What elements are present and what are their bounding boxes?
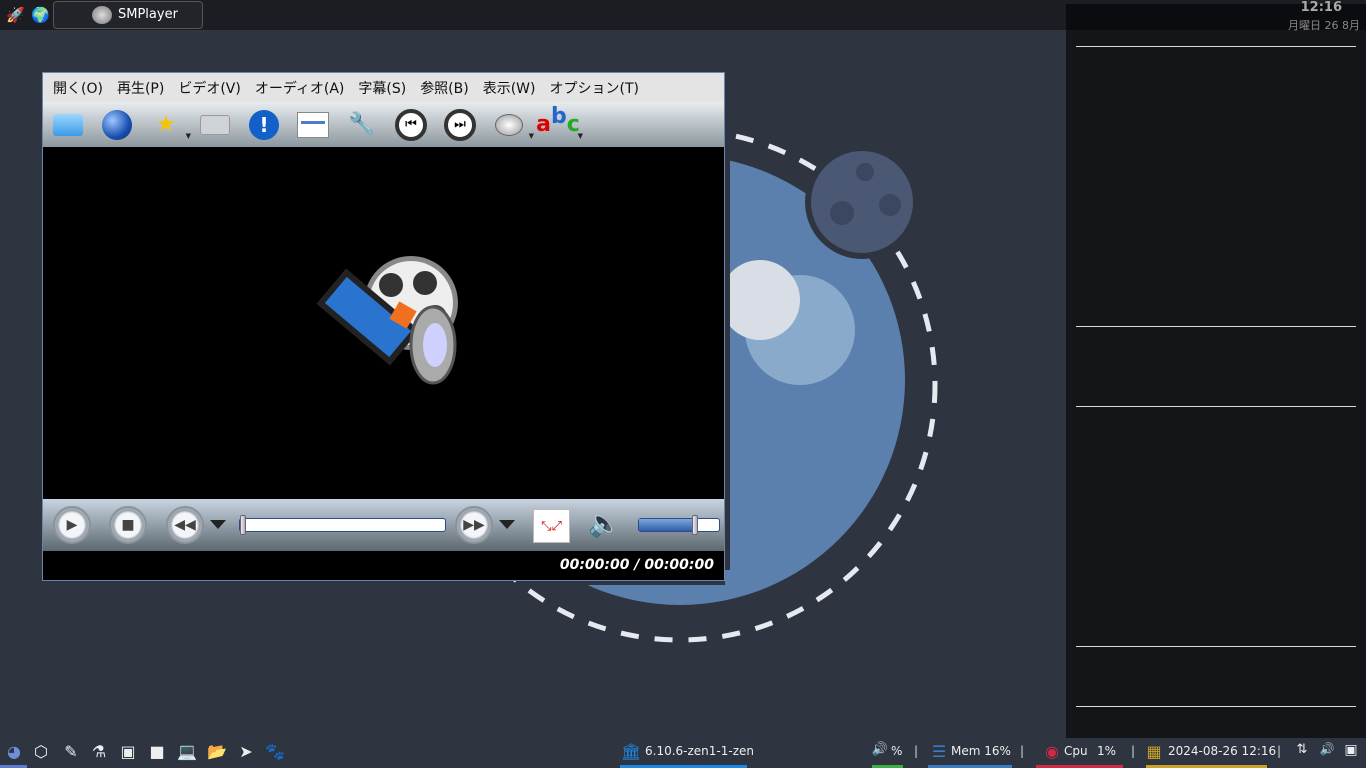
separator: | xyxy=(1277,744,1282,758)
subtitles-abc-icon[interactable]: a b c ▼ xyxy=(536,104,583,142)
smplayer-icon xyxy=(92,6,112,24)
menu-browse[interactable]: 参照(B) xyxy=(420,78,469,98)
rocket-launcher-icon[interactable]: 🚀 xyxy=(6,6,25,24)
bottom-panel: ◕ ⬡ ✎ ⚗ ▣ ■ 💻 📂 ➤ 🐾 🏛 6.10.6-zen1-1-zen … xyxy=(0,738,1366,768)
datetime: 2024-08-26 12:16 xyxy=(1168,744,1277,758)
open-url-globe-icon[interactable] xyxy=(100,108,134,142)
favorites-star-icon[interactable]: ★ ▼ xyxy=(149,108,191,142)
previous-track-icon[interactable]: ⏮ xyxy=(394,108,428,142)
telegram-icon[interactable]: ➤ xyxy=(236,742,256,761)
image-viewer-icon[interactable]: ▣ xyxy=(118,742,138,761)
browser-globe-icon[interactable]: ◕ xyxy=(4,742,24,761)
cpu-gauge-icon: ◉ xyxy=(1045,742,1059,761)
preferences-tools-icon[interactable]: 🔧 xyxy=(345,108,379,142)
divider xyxy=(1076,326,1356,327)
menu-bar: 開く(O) 再生(P) ビデオ(V) オーディオ(A) 字幕(S) 参照(B) … xyxy=(43,73,724,102)
seek-slider[interactable] xyxy=(239,515,446,535)
paw-icon[interactable]: 🐾 xyxy=(265,742,285,761)
info-icon[interactable]: ! xyxy=(247,108,281,142)
screenshot-camera-icon[interactable] xyxy=(198,108,232,142)
forward-button[interactable]: ▶▶ xyxy=(455,506,493,544)
clock-time: 12:16 xyxy=(1300,0,1342,15)
menu-video[interactable]: ビデオ(V) xyxy=(178,78,241,98)
globe-icon[interactable]: 🌍 xyxy=(31,6,50,24)
smplayer-logo xyxy=(316,256,458,385)
taskbar-item-smplayer[interactable]: SMPlayer xyxy=(53,1,203,29)
menu-play[interactable]: 再生(P) xyxy=(117,78,164,98)
cpu-usage: 1% xyxy=(1097,744,1117,758)
time-display: 00:00:00 / 00:00:00 xyxy=(43,551,724,580)
calendar-icon: ▦ xyxy=(1146,742,1162,761)
next-track-icon[interactable]: ⏭ xyxy=(443,108,477,142)
tray-volume-icon[interactable]: 🔊 xyxy=(1317,742,1337,756)
clock-date: 月曜日 26 8月 xyxy=(1288,19,1360,32)
playlist-icon[interactable] xyxy=(296,108,330,142)
memory-usage: Mem 16% xyxy=(951,744,1011,758)
rewind-menu-dropdown-icon[interactable] xyxy=(210,520,226,529)
memory-icon: ☰ xyxy=(931,742,947,761)
side-widget-panel: 12:16 月曜日 26 8月 xyxy=(1066,0,1366,738)
open-folder-icon[interactable] xyxy=(51,108,85,142)
mute-speaker-icon[interactable]: 🔈 xyxy=(588,509,620,539)
color-picker-icon[interactable]: ✎ xyxy=(61,742,81,761)
volume-icon[interactable]: 🔊 xyxy=(870,742,890,757)
smplayer-window: 開く(O) 再生(P) ビデオ(V) オーディオ(A) 字幕(S) 参照(B) … xyxy=(42,72,725,581)
fullscreen-icon[interactable]: ⤡⤢ xyxy=(533,509,570,543)
menu-subtitles[interactable]: 字幕(S) xyxy=(358,78,406,98)
kernel-bank-icon: 🏛 xyxy=(621,742,642,761)
forward-menu-dropdown-icon[interactable] xyxy=(499,520,515,529)
task-label: SMPlayer xyxy=(118,7,178,22)
kernel-version: 6.10.6-zen1-1-zen xyxy=(645,744,755,758)
toolbar: ★ ▼ ! 🔧 ⏮ ⏭ ▼ a b c ▼ xyxy=(43,102,724,147)
divider xyxy=(1076,406,1356,407)
video-camera-icon[interactable]: ■ xyxy=(147,742,167,761)
network-arrows-icon[interactable]: ⇅ xyxy=(1292,742,1312,757)
audio-speaker-icon[interactable]: ▼ xyxy=(492,108,534,142)
video-area[interactable] xyxy=(43,147,724,499)
play-button[interactable]: ▶ xyxy=(53,506,91,544)
divider xyxy=(1076,646,1356,647)
flask-icon[interactable]: ⚗ xyxy=(89,742,109,761)
separator: | xyxy=(1020,744,1025,758)
rewind-button[interactable]: ◀◀ xyxy=(166,506,204,544)
menu-audio[interactable]: オーディオ(A) xyxy=(255,78,345,98)
control-bar: ▶ ■ ◀◀ ▶▶ ⤡⤢ 🔈 xyxy=(43,499,724,551)
cpu-label: Cpu xyxy=(1064,744,1088,758)
divider xyxy=(1076,46,1356,47)
separator: | xyxy=(1131,744,1136,758)
divider xyxy=(1076,706,1356,707)
laptop-icon[interactable]: 💻 xyxy=(177,742,197,761)
folder-open-icon[interactable]: 📂 xyxy=(207,742,227,761)
menu-options[interactable]: オプション(T) xyxy=(550,78,639,98)
menu-view[interactable]: 表示(W) xyxy=(483,78,536,98)
volume-text: % xyxy=(891,744,903,758)
separator: | xyxy=(914,744,919,758)
menu-open[interactable]: 開く(O) xyxy=(53,78,103,98)
volume-thumb[interactable] xyxy=(692,515,698,535)
volume-slider[interactable] xyxy=(638,515,720,535)
stop-button[interactable]: ■ xyxy=(109,506,147,544)
screenshot-tray-icon[interactable]: ▣ xyxy=(1341,742,1361,758)
seek-thumb[interactable] xyxy=(240,515,246,535)
codepen-icon[interactable]: ⬡ xyxy=(31,742,51,761)
